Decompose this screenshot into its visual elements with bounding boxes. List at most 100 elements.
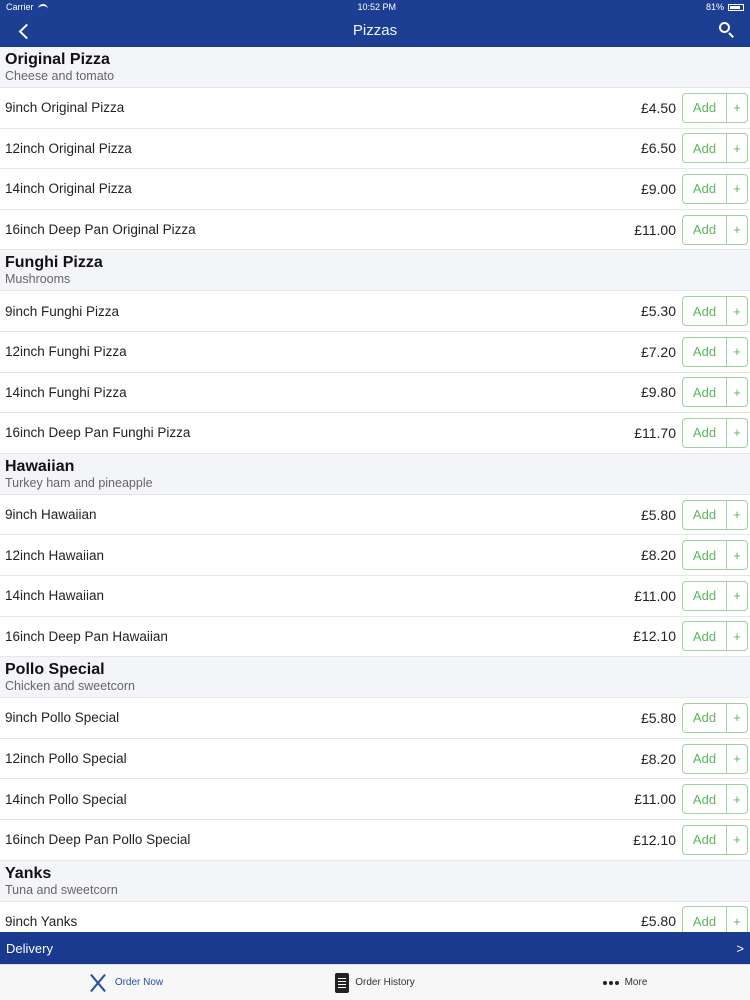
add-label: Add <box>683 378 727 407</box>
menu-item-row[interactable]: 12inch Original Pizza £6.50 Add + <box>0 128 750 170</box>
item-price: £8.20 <box>640 547 676 564</box>
item-name: 14inch Hawaiian <box>5 588 105 604</box>
menu-item-row[interactable]: 9inch Hawaiian £5.80 Add + <box>0 494 750 536</box>
plus-icon: + <box>733 181 741 197</box>
add-button[interactable]: Add + <box>682 214 748 245</box>
add-button[interactable]: Add + <box>682 173 748 204</box>
item-name: 9inch Hawaiian <box>5 507 97 523</box>
search-icon-handle <box>728 32 734 38</box>
menu-item-row[interactable]: 9inch Original Pizza £4.50 Add + <box>0 88 750 129</box>
add-button[interactable]: Add + <box>682 621 748 652</box>
item-price: £5.80 <box>640 506 676 523</box>
menu-item-row[interactable]: 9inch Pollo Special £5.80 Add + <box>0 698 750 739</box>
item-name: 16inch Deep Pan Original Pizza <box>5 222 196 238</box>
item-price: £5.80 <box>640 709 676 726</box>
menu-item-row[interactable]: 9inch Yanks £5.80 Add + <box>0 901 750 932</box>
plus-icon: + <box>733 791 741 807</box>
add-button[interactable]: Add + <box>682 336 748 367</box>
item-name: 12inch Pollo Special <box>5 751 127 767</box>
add-button[interactable]: Add + <box>682 540 748 571</box>
add-label: Add <box>683 744 727 773</box>
chevron-right-icon: > <box>736 940 744 956</box>
add-label: Add <box>683 174 727 203</box>
add-label: Add <box>683 907 727 932</box>
add-label: Add <box>683 541 727 570</box>
add-button[interactable]: Add + <box>682 784 748 815</box>
tab-order-history[interactable]: Order History <box>250 965 500 1000</box>
add-button[interactable]: Add + <box>682 92 748 123</box>
menu-item-row[interactable]: 16inch Deep Pan Hawaiian £12.10 Add + <box>0 616 750 658</box>
add-button[interactable]: Add + <box>682 824 748 855</box>
section-title: Yanks <box>5 864 52 882</box>
plus-icon: + <box>733 140 741 156</box>
clipboard-icon <box>335 972 350 993</box>
item-price: £6.50 <box>640 140 676 157</box>
item-name: 14inch Funghi Pizza <box>5 384 127 400</box>
item-price: £7.20 <box>640 343 676 360</box>
add-button[interactable]: Add + <box>682 499 748 530</box>
item-name: 9inch Original Pizza <box>5 100 125 116</box>
plus-icon: + <box>733 832 741 848</box>
section-title: Original Pizza <box>5 51 110 68</box>
item-price: £9.80 <box>640 384 676 401</box>
section-title: Pollo Special <box>5 661 105 679</box>
tab-order-now[interactable]: Order Now <box>0 965 250 1000</box>
add-button[interactable]: Add + <box>682 377 748 408</box>
nav-bar: Pizzas <box>0 14 750 47</box>
tab-more[interactable]: More <box>500 965 750 1000</box>
item-name: 16inch Deep Pan Pollo Special <box>5 832 191 848</box>
section-header: Original Pizza Cheese and tomato <box>0 47 750 88</box>
menu-item-row[interactable]: 14inch Funghi Pizza £9.80 Add + <box>0 372 750 414</box>
add-button[interactable]: Add + <box>682 906 748 932</box>
menu-item-row[interactable]: 12inch Funghi Pizza £7.20 Add + <box>0 331 750 373</box>
add-label: Add <box>683 785 727 814</box>
menu-item-row[interactable]: 14inch Pollo Special £11.00 Add + <box>0 779 750 820</box>
menu-item-row[interactable]: 12inch Pollo Special £8.20 Add + <box>0 738 750 780</box>
menu-item-row[interactable]: 9inch Funghi Pizza £5.30 Add + <box>0 291 750 332</box>
status-right: 81% <box>706 2 744 12</box>
battery-percent: 81% <box>705 2 724 12</box>
item-name: 9inch Pollo Special <box>5 710 120 726</box>
add-button[interactable]: Add + <box>682 296 748 327</box>
item-price: £4.50 <box>640 99 676 116</box>
status-bar: Carrier 10:52 PM 81% <box>0 0 750 14</box>
add-button[interactable]: Add + <box>682 417 748 448</box>
wifi-icon <box>37 3 48 11</box>
menu-item-row[interactable]: 14inch Hawaiian £11.00 Add + <box>0 575 750 617</box>
plus-icon: + <box>733 100 741 116</box>
item-price: £5.30 <box>640 303 676 320</box>
plus-icon: + <box>733 344 741 360</box>
section-subtitle: Cheese and tomato <box>5 69 115 83</box>
item-price: £11.00 <box>634 221 676 238</box>
status-left: Carrier <box>6 2 48 12</box>
item-name: 14inch Pollo Special <box>5 791 127 807</box>
item-name: 16inch Deep Pan Funghi Pizza <box>5 425 191 441</box>
plus-icon: + <box>733 628 741 644</box>
tab-label: Order Now <box>114 977 164 988</box>
add-label: Add <box>683 418 727 447</box>
add-button[interactable]: Add + <box>682 580 748 611</box>
menu-item-row[interactable]: 16inch Deep Pan Original Pizza £11.00 Add + <box>0 209 750 251</box>
add-button[interactable]: Add + <box>682 743 748 774</box>
menu-list[interactable]: Original Pizza Cheese and tomato 9inch Ori… <box>0 47 750 932</box>
item-price: £9.00 <box>640 180 676 197</box>
status-time: 10:52 PM <box>357 2 397 12</box>
add-button[interactable]: Add + <box>682 702 748 733</box>
section-header: Hawaiian Turkey ham and pineapple <box>0 453 750 495</box>
add-label: Add <box>683 93 727 122</box>
section-header: Pollo Special Chicken and sweetcorn <box>0 657 750 699</box>
menu-item-row[interactable]: 14inch Original Pizza £9.00 Add + <box>0 169 750 210</box>
section-subtitle: Turkey ham and pineapple <box>5 475 153 490</box>
menu-item-row[interactable]: 16inch Deep Pan Funghi Pizza £11.70 Add + <box>0 413 750 454</box>
item-price: £11.00 <box>634 587 676 604</box>
item-name: 9inch Funghi Pizza <box>5 303 120 319</box>
battery-icon <box>728 3 744 11</box>
plus-icon: + <box>733 222 741 238</box>
menu-item-row[interactable]: 12inch Hawaiian £8.20 Add + <box>0 535 750 576</box>
add-button[interactable]: Add + <box>682 133 748 164</box>
menu-item-row[interactable]: 16inch Deep Pan Pollo Special £12.10 Add + <box>0 819 750 861</box>
search-button[interactable] <box>718 21 736 39</box>
back-button[interactable] <box>14 20 34 42</box>
delivery-bar[interactable]: Delivery > <box>0 932 750 964</box>
plus-icon: + <box>733 547 741 563</box>
